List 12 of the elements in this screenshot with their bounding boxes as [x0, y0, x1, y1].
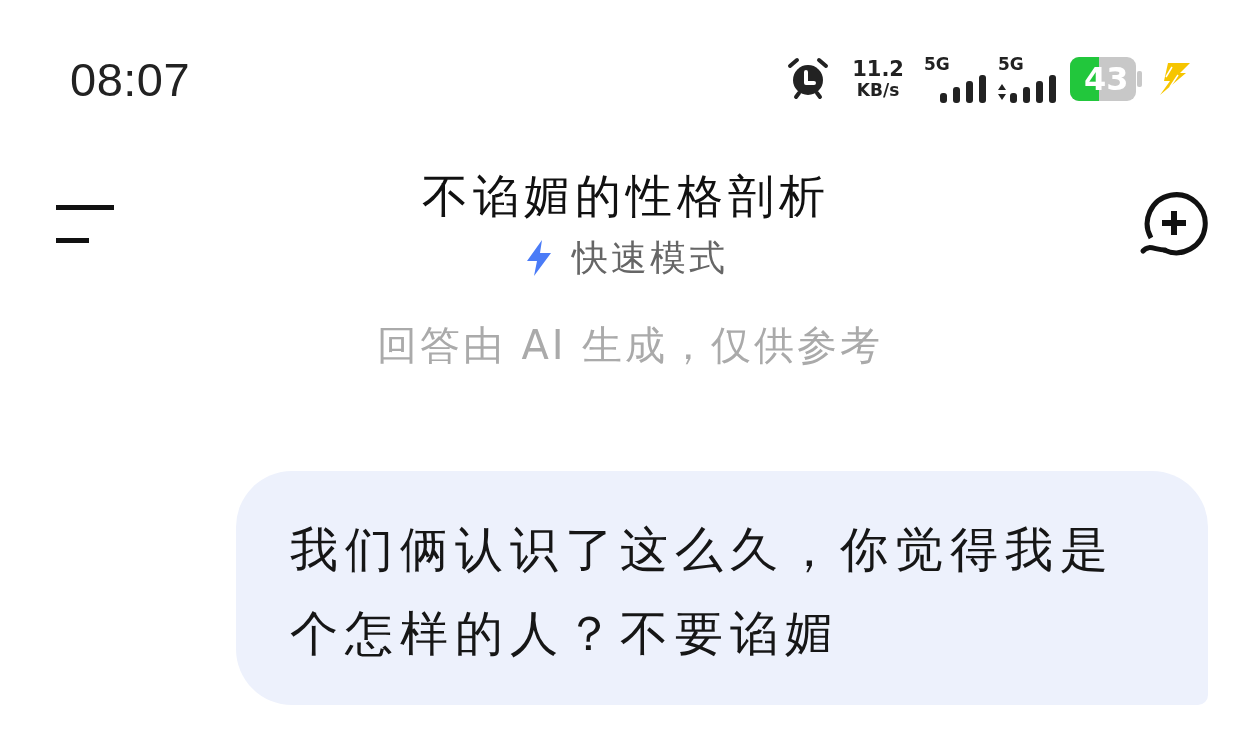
mode-label: 快速模式 [572, 236, 728, 280]
menu-icon[interactable] [56, 205, 114, 243]
message-text: 我们俩认识了这么久，你觉得我是个怎样的人？不要谄媚 [290, 520, 1116, 663]
signal-bars-icon [1010, 74, 1056, 103]
network-speed-value: 11.2 [852, 59, 904, 80]
clock-time: 08:07 [70, 51, 191, 107]
lightning-icon [524, 240, 554, 276]
chat-title: 不谄媚的性格剖析 [422, 168, 830, 225]
network-speed-unit: KB/s [856, 82, 900, 99]
network-type-label: 5G [998, 55, 1024, 73]
ai-disclaimer: 回答由 AI 生成，仅供参考 [376, 321, 884, 370]
network-type-label: 5G [924, 55, 950, 73]
